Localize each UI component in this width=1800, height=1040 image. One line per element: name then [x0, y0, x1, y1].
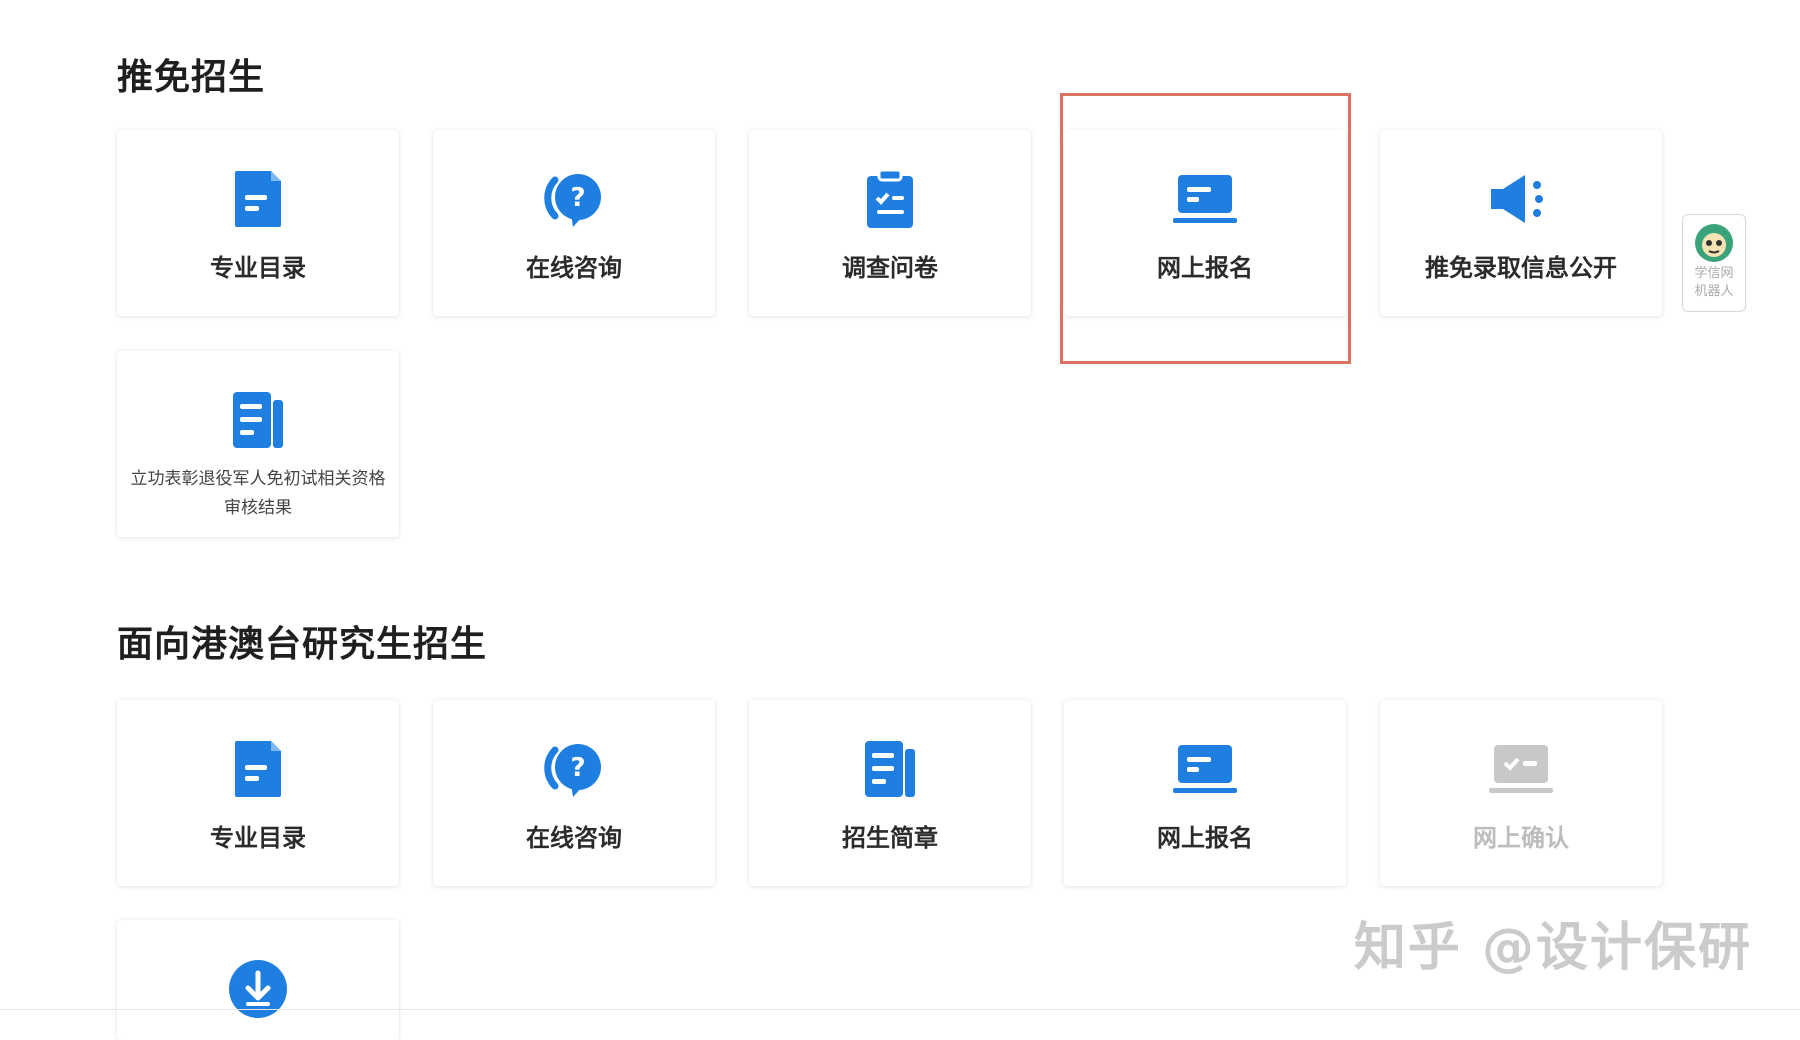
card-label: 调查问卷 — [842, 254, 938, 282]
card-label: 专业目录 — [210, 254, 306, 282]
card-major-catalog[interactable]: 专业目录 — [117, 700, 399, 886]
catalog-icon — [223, 734, 293, 804]
robot-label-line2: 机器人 — [1694, 284, 1734, 299]
card-admission-brochure[interactable]: 招生简章 — [749, 700, 1031, 886]
document-icon — [855, 734, 925, 804]
card-questionnaire[interactable]: 调查问卷 — [749, 130, 1031, 316]
online-confirm-icon — [1486, 734, 1556, 804]
card-label: 立功表彰退役军人免初试相关资格审核结果 — [130, 469, 386, 518]
robot-assistant-button[interactable]: 学信网 机器人 — [1682, 214, 1746, 312]
section-title-recommend: 推免招生 — [117, 57, 266, 98]
consult-icon: ? — [539, 164, 609, 234]
card-online-register[interactable]: 网上报名 — [1064, 700, 1346, 886]
card-label: 网上确认 — [1473, 824, 1569, 852]
card-veteran-review-result[interactable]: 立功表彰退役军人免初试相关资格审核结果 — [117, 351, 399, 537]
card-admission-info-public[interactable]: 推免录取信息公开 — [1380, 130, 1662, 316]
card-label: 推免录取信息公开 — [1425, 254, 1617, 282]
questionnaire-icon — [855, 164, 925, 234]
card-online-confirm: 网上确认 — [1380, 700, 1662, 886]
svg-text:?: ? — [570, 183, 585, 213]
card-label: 招生简章 — [842, 824, 938, 852]
card-label: 在线咨询 — [526, 824, 622, 852]
consult-icon: ? — [539, 734, 609, 804]
document-icon — [223, 385, 293, 455]
card-label: 网上报名 — [1157, 824, 1253, 852]
online-register-icon — [1170, 164, 1240, 234]
card-major-catalog[interactable]: 专业目录 — [117, 130, 399, 316]
online-register-icon — [1170, 734, 1240, 804]
card-online-consult[interactable]: ? 在线咨询 — [433, 130, 715, 316]
section-title-hk-macao-taiwan: 面向港澳台研究生招生 — [117, 624, 488, 665]
card-online-consult[interactable]: ? 在线咨询 — [433, 700, 715, 886]
card-online-register[interactable]: 网上报名 — [1064, 130, 1346, 316]
catalog-icon — [223, 164, 293, 234]
robot-avatar-icon — [1694, 223, 1734, 263]
card-label: 专业目录 — [210, 824, 306, 852]
card-label: 网上报名 — [1157, 254, 1253, 282]
card-label: 在线咨询 — [526, 254, 622, 282]
watermark: 知乎 @设计保研 — [1353, 918, 1752, 978]
card-download[interactable] — [117, 920, 399, 1040]
svg-text:?: ? — [570, 753, 585, 783]
announce-icon — [1486, 164, 1556, 234]
robot-label-line1: 学信网 — [1694, 266, 1734, 281]
download-icon — [223, 954, 293, 1024]
